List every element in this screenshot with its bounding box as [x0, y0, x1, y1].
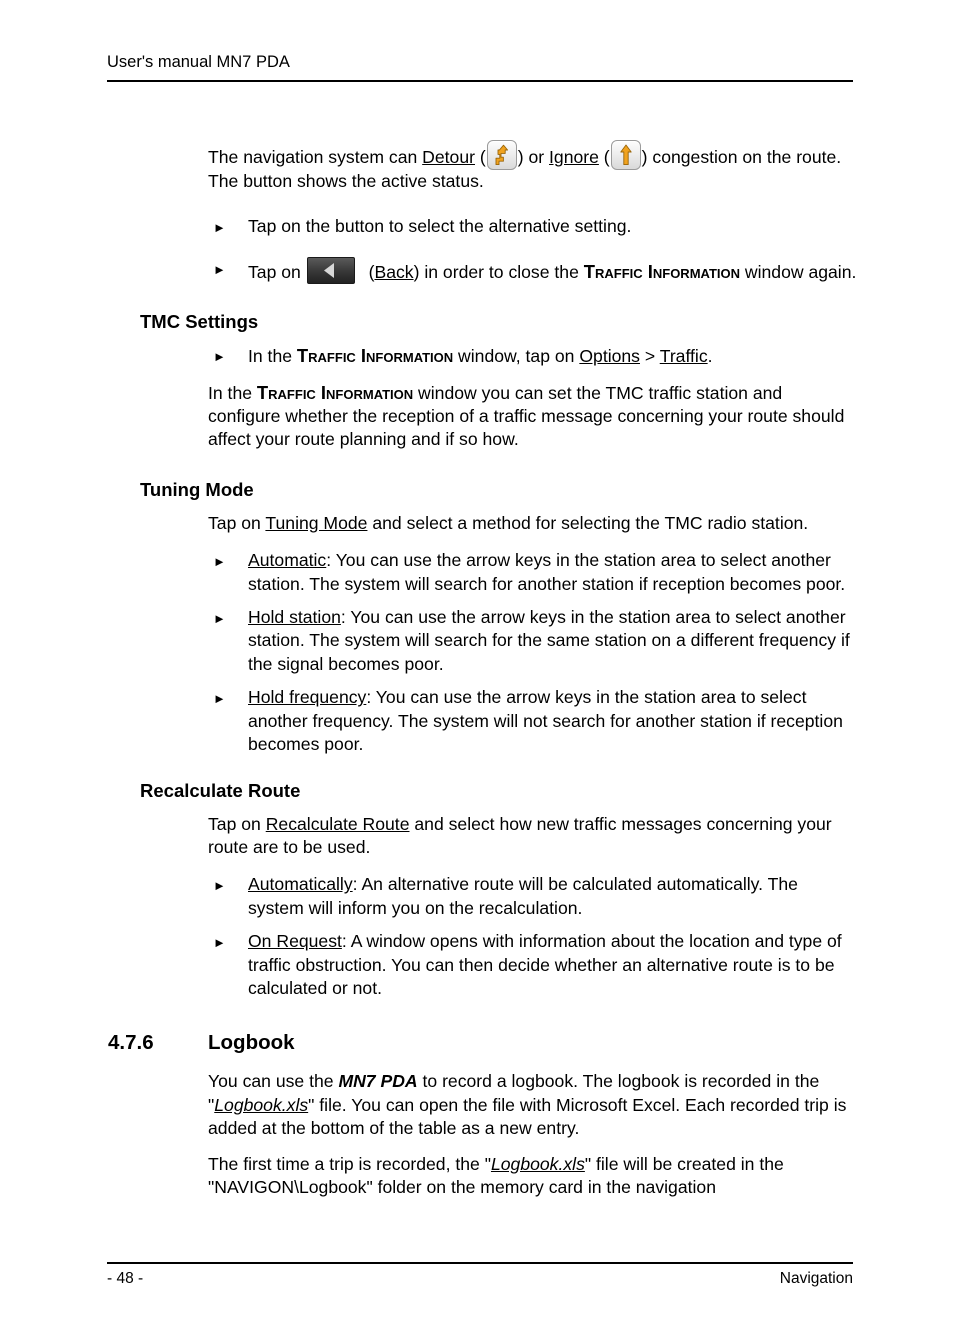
header-divider [107, 80, 853, 82]
detour-arrow-icon[interactable] [486, 140, 517, 170]
page-number: - 48 - [107, 1270, 144, 1287]
traffic-information-label: Traffic Information [296, 345, 454, 367]
heading-logbook: 4.7.6 Logbook [108, 1030, 954, 1056]
bullet-icon: ► [213, 691, 226, 707]
bullet-icon: ► [213, 349, 226, 365]
intro-text-a: The navigation system can [208, 147, 423, 167]
footer-divider [107, 1262, 853, 1264]
paragraph-text-a: In the [208, 382, 257, 403]
heading-recalculate-route: Recalculate Route [140, 779, 301, 801]
tuning-mode-link[interactable]: Tuning Mode [265, 513, 367, 533]
list-item-text: : You can use the arrow keys in the stat… [248, 550, 846, 594]
list-item: ► Hold station: You can use the arrow key… [213, 606, 858, 676]
logbook-paragraph-1: You can use the MN7 PDA to record a logb… [208, 1070, 858, 1140]
section-number: 4.7.6 [108, 1031, 154, 1055]
traffic-information-label: Traffic Information [256, 381, 414, 403]
traffic-information-label: Traffic Information [583, 260, 740, 282]
list-item-label[interactable]: On Request [248, 931, 342, 951]
back-button-wrapper [306, 256, 364, 284]
logbook-file-link[interactable]: Logbook.xls [214, 1095, 308, 1115]
tmc-settings-paragraph: In the Traffic Information window you ca… [208, 381, 858, 452]
bullet-icon: ► [213, 935, 226, 951]
list-item-text-b: ( [363, 261, 375, 282]
options-link[interactable]: Options [579, 346, 640, 366]
list-item-label[interactable]: Automatic [248, 550, 326, 570]
list-item: ► Automatically: An alternative route wil… [213, 873, 858, 920]
straight-arrow-icon[interactable] [610, 140, 641, 170]
list-item: ► On Request: A window opens with informa… [213, 930, 858, 1000]
list-item-text-c: ) in order to close the [413, 261, 584, 282]
paragraph-text-a: Tap on [208, 813, 266, 834]
list-item-label[interactable]: Automatically [248, 874, 353, 894]
list-item-text-d: window again. [740, 261, 857, 282]
list-item: ► Tap on the button to select the alterna… [213, 215, 858, 238]
document-page: User's manual MN7 PDA The navigation sys… [0, 0, 954, 1344]
tuning-mode-paragraph: Tap on Tuning Mode and select a method f… [208, 512, 858, 535]
intro-text-c: ) or [517, 147, 550, 167]
bullet-icon: ► [213, 554, 226, 570]
product-name: MN7 PDA [338, 1071, 418, 1092]
list-item: ► In the Traffic Information window, tap … [213, 344, 858, 368]
detour-link[interactable]: Detour [422, 147, 475, 167]
page-content: The navigation system can Detour ( ) or I… [0, 140, 954, 1199]
paragraph-text-b: and select a method for selecting the TM… [367, 512, 809, 533]
intro-text-b: ( [474, 147, 486, 167]
traffic-link[interactable]: Traffic [660, 346, 708, 366]
list-item-text-a: In the [248, 346, 297, 367]
back-link[interactable]: Back [374, 262, 413, 282]
bullet-icon: ► [213, 611, 226, 627]
bullet-icon: ► [213, 878, 226, 894]
bullet-icon: ► [213, 261, 226, 277]
bullet-icon: ► [213, 220, 226, 236]
page-header: User's manual MN7 PDA [107, 52, 853, 72]
paragraph-text-a: Tap on [208, 512, 266, 533]
logbook-file-link[interactable]: Logbook.xls [491, 1154, 585, 1174]
footer-chapter: Navigation [779, 1270, 853, 1287]
list-item-text-b: window, tap on [453, 346, 580, 367]
logbook-paragraph-2: The first time a trip is recorded, the "… [208, 1153, 858, 1200]
list-item-text-a: Tap on [248, 261, 306, 282]
section-title: Logbook [208, 1031, 295, 1055]
intro-paragraph: The navigation system can Detour ( ) or I… [208, 140, 858, 193]
list-item: ► Tap on (Back) in order to close the Tra… [213, 256, 858, 284]
header-title: User's manual MN7 PDA [107, 53, 290, 71]
ignore-link[interactable]: Ignore [549, 147, 599, 167]
list-item-text: Tap on the button to select the alternat… [248, 216, 632, 237]
back-arrow-icon[interactable] [306, 256, 355, 284]
list-item-text-d: . [707, 346, 713, 367]
recalculate-route-link[interactable]: Recalculate Route [266, 814, 410, 834]
heading-tmc-settings: TMC Settings [140, 311, 259, 333]
paragraph-text-a: You can use the [208, 1071, 339, 1092]
list-item-label[interactable]: Hold frequency [248, 687, 366, 707]
list-item-text-c: > [639, 346, 660, 367]
page-footer: - 48 - Navigation [107, 1269, 853, 1289]
list-item-label[interactable]: Hold station [248, 607, 341, 627]
list-item: ► Automatic: You can use the arrow keys i… [213, 549, 858, 596]
intro-text-d: ( [598, 147, 610, 167]
heading-tuning-mode: Tuning Mode [140, 478, 254, 500]
paragraph-text-a: The first time a trip is recorded, the " [208, 1153, 491, 1174]
recalculate-route-paragraph: Tap on Recalculate Route and select how … [208, 813, 858, 860]
list-item: ► Hold frequency: You can use the arrow k… [213, 686, 858, 756]
